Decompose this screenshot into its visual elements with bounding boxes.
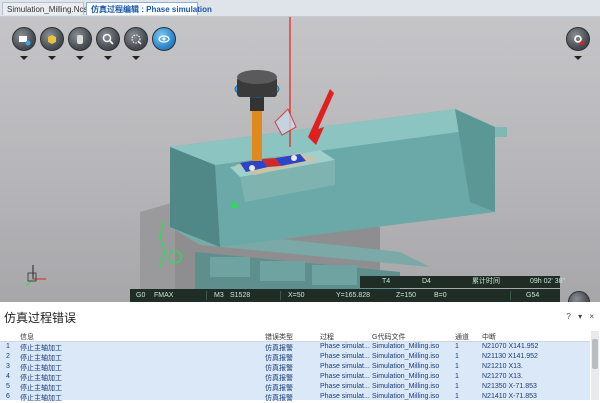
status-s: S1528 bbox=[230, 292, 251, 299]
cube-icon[interactable] bbox=[40, 27, 64, 60]
row-channel: 1 bbox=[455, 383, 459, 390]
bed-block bbox=[312, 265, 357, 285]
row-number: 1 bbox=[6, 343, 10, 350]
axis-y bbox=[25, 278, 34, 287]
row-interrupt: N21350 X-71.853 bbox=[482, 383, 537, 390]
status-feed: FMAX bbox=[154, 292, 174, 299]
tab-phase-simulation[interactable]: 仿真过程编辑 : Phase simulation bbox=[86, 2, 212, 15]
row-interrupt: N21130 X141.952 bbox=[482, 353, 538, 360]
gear-icon[interactable] bbox=[566, 27, 590, 60]
col-interrupt[interactable]: 中断 bbox=[482, 332, 496, 342]
row-type: 仿真报警 bbox=[265, 395, 293, 402]
machine-scene bbox=[25, 17, 507, 302]
status-bar: G0 FMAX M3 S1528 X=50 Y=165.828 Z=150 B=… bbox=[130, 289, 560, 302]
col-file[interactable]: G代码文件 bbox=[372, 332, 405, 342]
row-number: 4 bbox=[6, 373, 10, 380]
row-number: 2 bbox=[6, 353, 10, 360]
row-process: Phase simulat... bbox=[320, 363, 370, 370]
status-z: Z=150 bbox=[396, 292, 417, 299]
row-process: Phase simulat... bbox=[320, 343, 370, 350]
status-g54: G54 bbox=[526, 292, 540, 299]
tab-project[interactable]: Simulation_Milling.NcsPrj bbox=[2, 2, 97, 15]
row-process: Phase simulat... bbox=[320, 353, 370, 360]
scrollbar-thumb[interactable] bbox=[592, 339, 598, 369]
col-process[interactable]: 过程 bbox=[320, 332, 334, 342]
machine-column bbox=[140, 202, 175, 302]
col-info[interactable]: 信息 bbox=[20, 332, 34, 342]
col-channel[interactable]: 通道 bbox=[455, 332, 469, 342]
tool-marker bbox=[232, 203, 237, 208]
row-interrupt: N21070 X141.952 bbox=[482, 343, 539, 350]
close-icon[interactable]: × bbox=[589, 312, 594, 321]
row-file: Simulation_Milling.iso bbox=[372, 343, 440, 350]
panel-controls: ? ▾ × bbox=[561, 312, 594, 321]
machine-shaft bbox=[495, 127, 507, 137]
row-file: Simulation_Milling.iso bbox=[372, 393, 440, 400]
error-table-header: 信息 错误类型 过程 G代码文件 通道 中断 bbox=[0, 331, 590, 342]
status-g0: G0 bbox=[136, 292, 146, 299]
target-icon[interactable] bbox=[124, 27, 148, 60]
row-process: Phase simulat... bbox=[320, 393, 370, 400]
spindle-top bbox=[237, 70, 277, 84]
row-number: 6 bbox=[6, 393, 10, 400]
simulation-viewport[interactable]: T4 D4 累计时间 09h 02' 38" G0 FMAX M3 S1528 … bbox=[0, 17, 600, 302]
status-time: 09h 02' 38" bbox=[530, 278, 565, 285]
row-interrupt: N21210 X13. bbox=[482, 363, 523, 370]
row-info: 停止主轴加工 bbox=[20, 395, 62, 402]
row-process: Phase simulat... bbox=[320, 373, 370, 380]
tool-shank bbox=[252, 109, 262, 161]
panel-title: 仿真过程错误 bbox=[4, 311, 77, 325]
row-file: Simulation_Milling.iso bbox=[372, 383, 440, 390]
status-bar-top: T4 D4 累计时间 09h 02' 38" bbox=[360, 276, 565, 288]
status-x: X=50 bbox=[288, 292, 305, 299]
help-icon[interactable]: ? bbox=[566, 312, 570, 321]
clamp bbox=[291, 155, 297, 161]
row-channel: 1 bbox=[455, 363, 459, 370]
panel-scrollbar[interactable] bbox=[591, 331, 599, 400]
row-channel: 1 bbox=[455, 343, 459, 350]
cylinder-icon[interactable] bbox=[68, 27, 92, 60]
rotate-icon[interactable] bbox=[152, 27, 176, 51]
zoom-icon[interactable] bbox=[96, 27, 120, 60]
row-process: Phase simulat... bbox=[320, 383, 370, 390]
status-tool: T4 bbox=[382, 278, 391, 285]
view-icon[interactable] bbox=[12, 27, 36, 60]
status-b: B=0 bbox=[434, 292, 447, 299]
tab-strip: Simulation_Milling.NcsPrj 仿真过程编辑 : Phase… bbox=[0, 0, 600, 17]
row-interrupt: N21270 X13. bbox=[482, 373, 523, 380]
bed-block bbox=[210, 257, 250, 277]
tool-holder bbox=[250, 97, 264, 111]
clamp bbox=[249, 165, 255, 171]
status-y: Y=165.828 bbox=[336, 292, 371, 299]
row-interrupt: N21410 X-71.853 bbox=[482, 393, 537, 400]
row-file: Simulation_Milling.iso bbox=[372, 363, 440, 370]
bed-block bbox=[260, 261, 305, 281]
col-type[interactable]: 错误类型 bbox=[265, 332, 293, 342]
row-file: Simulation_Milling.iso bbox=[372, 373, 440, 380]
row-file: Simulation_Milling.iso bbox=[372, 353, 440, 360]
status-d: D4 bbox=[422, 278, 431, 285]
dropdown-icon[interactable]: ▾ bbox=[578, 312, 582, 321]
status-accum-label: 累计时间 bbox=[472, 278, 500, 285]
row-channel: 1 bbox=[455, 353, 459, 360]
row-number: 5 bbox=[6, 383, 10, 390]
row-number: 3 bbox=[6, 363, 10, 370]
row-channel: 1 bbox=[455, 393, 459, 400]
row-channel: 1 bbox=[455, 373, 459, 380]
status-m: M3 bbox=[214, 292, 224, 299]
